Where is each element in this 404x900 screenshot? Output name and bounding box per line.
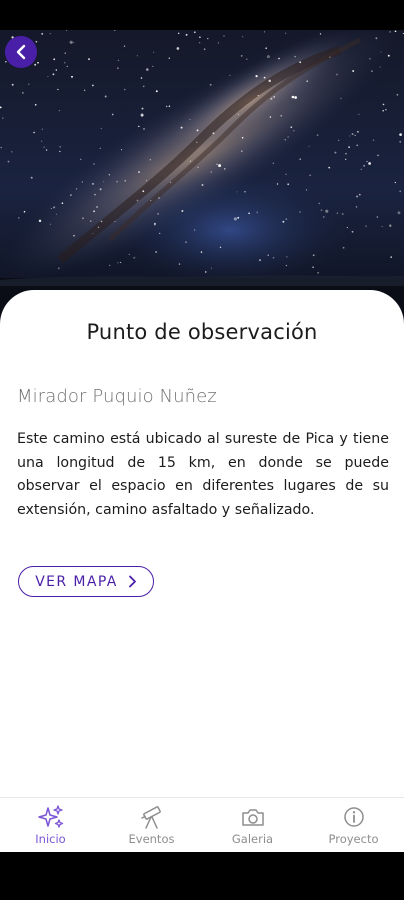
- info-icon: [343, 807, 364, 827]
- nav-item-proyecto[interactable]: Proyecto: [303, 798, 404, 853]
- back-button[interactable]: [5, 36, 37, 68]
- camera-icon: [241, 809, 264, 826]
- telescope-icon: [140, 806, 161, 829]
- chevron-left-icon: [16, 44, 26, 60]
- view-map-button[interactable]: VER MAPA: [18, 566, 154, 597]
- system-navigation-bar: [0, 852, 404, 900]
- chevron-right-icon: [128, 575, 136, 588]
- page-title: Punto de observación: [86, 320, 318, 344]
- sparkles-icon: [37, 805, 63, 828]
- bottom-navigation: Inicio Eventos Galeria Proyecto: [0, 797, 404, 853]
- content-sheet: [0, 290, 404, 797]
- nav-label-proyecto: Proyecto: [328, 832, 379, 846]
- nav-item-inicio[interactable]: Inicio: [0, 798, 101, 853]
- nav-label-inicio: Inicio: [35, 832, 66, 846]
- nav-item-eventos[interactable]: Eventos: [101, 798, 202, 853]
- status-bar: [0, 0, 404, 30]
- hero-image-milky-way: [0, 30, 404, 320]
- location-name: Mirador Puquio Nuñez: [17, 386, 217, 407]
- nav-label-galeria: Galeria: [231, 832, 274, 846]
- nav-label-eventos: Eventos: [128, 832, 175, 846]
- view-map-label: VER MAPA: [35, 573, 118, 590]
- location-description: Este camino está ubicado al sureste de P…: [17, 431, 389, 518]
- nav-item-galeria[interactable]: Galeria: [202, 798, 303, 853]
